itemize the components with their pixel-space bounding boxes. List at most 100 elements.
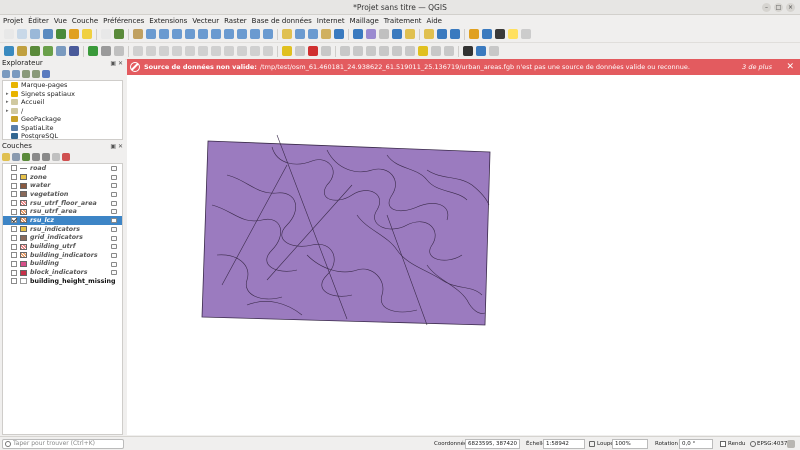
menu-item-2[interactable]: Vue [54, 17, 67, 25]
layer-indicator-icon[interactable] [111, 192, 117, 198]
browser-item[interactable]: GeoPackage [3, 115, 122, 124]
menu-item-11[interactable]: Traitement [384, 17, 422, 25]
toolbar-tool-icon[interactable] [282, 29, 292, 39]
magnifier-field[interactable]: 100% [612, 439, 648, 449]
toolbar-tool-icon[interactable] [172, 29, 182, 39]
toolbar-tool-icon[interactable] [379, 46, 389, 56]
toolbar-tool-icon[interactable] [321, 46, 331, 56]
lock-scale-icon[interactable] [589, 441, 595, 447]
panel-tool-icon[interactable] [42, 69, 50, 78]
toolbar-tool-icon[interactable] [17, 29, 27, 39]
menu-item-10[interactable]: Maillage [350, 17, 379, 25]
toolbar-tool-icon[interactable] [114, 46, 124, 56]
layer-item[interactable]: rsu_indicators [3, 225, 122, 234]
layer-indicator-icon[interactable] [111, 174, 117, 180]
toolbar-tool-icon[interactable] [353, 29, 363, 39]
toolbar-tool-icon[interactable] [211, 46, 221, 56]
layer-indicator-icon[interactable] [111, 166, 117, 171]
toolbar-tool-icon[interactable] [295, 46, 305, 56]
toolbar-tool-icon[interactable] [185, 46, 195, 56]
layer-indicator-icon[interactable] [111, 218, 117, 224]
toolbar-tool-icon[interactable] [418, 46, 428, 56]
browser-item[interactable]: ▸ Signets spatiaux [3, 90, 122, 99]
toolbar-tool-icon[interactable] [295, 29, 305, 39]
toolbar-tool-icon[interactable] [450, 29, 460, 39]
panel-float-close-icons[interactable]: ▣ ✕ [110, 143, 123, 150]
browser-item[interactable]: ▸ Accueil [3, 98, 122, 107]
toolbar-tool-icon[interactable] [4, 46, 14, 56]
menu-item-12[interactable]: Aide [427, 17, 442, 25]
layer-indicator-icon[interactable] [111, 183, 117, 189]
menu-item-4[interactable]: Préférences [103, 17, 144, 25]
toolbar-tool-icon[interactable] [463, 46, 473, 56]
toolbar-tool-icon[interactable] [198, 29, 208, 39]
toolbar-tool-icon[interactable] [43, 29, 53, 39]
toolbar-tool-icon[interactable] [69, 46, 79, 56]
toolbar-tool-icon[interactable] [159, 29, 169, 39]
menu-item-5[interactable]: Extensions [149, 17, 187, 25]
toolbar-tool-icon[interactable] [392, 46, 402, 56]
panel-tool-icon[interactable] [32, 152, 40, 161]
rotation-field[interactable]: 0,0 ° [679, 439, 713, 449]
toolbar-tool-icon[interactable] [444, 46, 454, 56]
toolbar-tool-icon[interactable] [4, 29, 14, 39]
scale-field[interactable]: 1:58942 [543, 439, 585, 449]
layer-item[interactable]: building_height_missing [3, 277, 122, 286]
layer-indicator-icon[interactable] [111, 252, 117, 258]
layer-visibility-checkbox[interactable] [11, 252, 17, 259]
toolbar-tool-icon[interactable] [405, 29, 415, 39]
toolbar-tool-icon[interactable] [366, 29, 376, 39]
toolbar-tool-icon[interactable] [308, 29, 318, 39]
toolbar-tool-icon[interactable] [282, 46, 292, 56]
layer-visibility-checkbox[interactable] [11, 208, 17, 215]
toolbar-tool-icon[interactable] [30, 29, 40, 39]
menu-item-0[interactable]: Projet [3, 17, 23, 25]
toolbar-tool-icon[interactable] [308, 46, 318, 56]
toolbar-tool-icon[interactable] [185, 29, 195, 39]
minimize-icon[interactable]: – [762, 3, 771, 12]
menu-item-9[interactable]: Internet [317, 17, 345, 25]
toolbar-tool-icon[interactable] [476, 46, 486, 56]
toolbar-tool-icon[interactable] [133, 46, 143, 56]
panel-tool-icon[interactable] [22, 69, 30, 78]
toolbar-tool-icon[interactable] [43, 46, 53, 56]
toolbar-tool-icon[interactable] [172, 46, 182, 56]
layer-indicator-icon[interactable] [111, 244, 117, 250]
render-checkbox[interactable] [720, 441, 726, 447]
layer-item[interactable]: rsu_utrf_area [3, 207, 122, 216]
toolbar-tool-icon[interactable] [366, 46, 376, 56]
toolbar-tool-icon[interactable] [263, 46, 273, 56]
locator-search-input[interactable]: Taper pour trouver (Ctrl+K) [2, 439, 124, 449]
toolbar-tool-icon[interactable] [334, 29, 344, 39]
panel-tool-icon[interactable] [32, 69, 40, 78]
layer-item[interactable]: building [3, 260, 122, 269]
layer-visibility-checkbox[interactable] [11, 226, 17, 233]
layer-visibility-checkbox[interactable] [11, 278, 17, 285]
layer-item[interactable]: rsu_lcz [3, 216, 122, 225]
layer-visibility-checkbox[interactable] [11, 182, 17, 189]
layer-item[interactable]: block_indicators [3, 268, 122, 277]
toolbar-tool-icon[interactable] [392, 29, 402, 39]
toolbar-tool-icon[interactable] [30, 46, 40, 56]
toolbar-tool-icon[interactable] [431, 46, 441, 56]
layer-indicator-icon[interactable] [111, 200, 117, 206]
panel-tool-icon[interactable] [12, 152, 20, 161]
toolbar-tool-icon[interactable] [495, 29, 505, 39]
toolbar-tool-icon[interactable] [424, 29, 434, 39]
toolbar-tool-icon[interactable] [340, 46, 350, 56]
menu-item-6[interactable]: Vecteur [192, 17, 219, 25]
browser-item[interactable]: Marque-pages [3, 81, 122, 90]
toolbar-tool-icon[interactable] [489, 46, 499, 56]
layer-item[interactable]: zone [3, 173, 122, 182]
crs-button[interactable]: EPSG:4037 [757, 439, 787, 449]
toolbar-tool-icon[interactable] [82, 29, 92, 39]
layer-indicator-icon[interactable] [111, 209, 117, 215]
toolbar-tool-icon[interactable] [114, 29, 124, 39]
layer-indicator-icon[interactable] [111, 270, 117, 276]
panel-tool-icon[interactable] [2, 69, 10, 78]
toolbar-tool-icon[interactable] [133, 29, 143, 39]
coordinate-field[interactable]: 6823595, 387420 [465, 439, 520, 449]
close-icon[interactable]: × [786, 3, 795, 12]
layer-visibility-checkbox[interactable] [11, 174, 17, 181]
layer-visibility-checkbox[interactable] [11, 200, 17, 207]
